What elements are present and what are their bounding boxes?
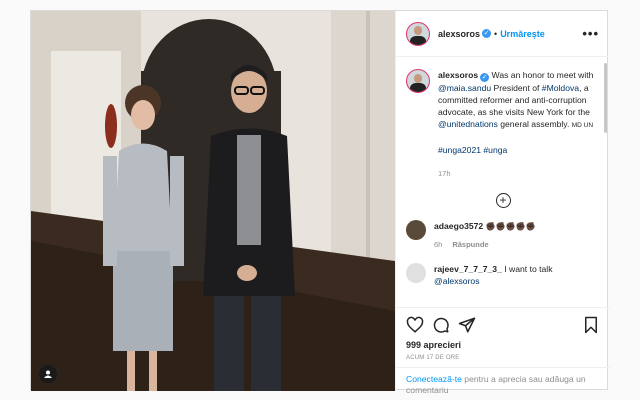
- comments-scrollbar[interactable]: [604, 63, 607, 133]
- bookmark-icon[interactable]: [582, 316, 600, 334]
- comment-item: adaego3572 ✊🏿✊🏿✊🏿✊🏿✊🏿 6h Răspunde: [406, 220, 600, 251]
- comments-section[interactable]: alexsoros ✓ Was an honor to meet with @ma…: [396, 57, 610, 307]
- photo-illustration: [31, 11, 395, 391]
- login-link[interactable]: Conectează-te: [406, 374, 462, 384]
- comment-icon[interactable]: [432, 316, 450, 334]
- post-header: alexsoros ✓ • Urmărește •••: [396, 11, 609, 57]
- load-more-comments-button[interactable]: +: [495, 193, 511, 208]
- flag-emojis: MD UN: [571, 122, 594, 129]
- separator-dot: •: [494, 28, 498, 39]
- more-options-icon[interactable]: •••: [582, 26, 599, 41]
- likes-count[interactable]: 999 aprecieri: [396, 334, 610, 350]
- login-prompt: Conectează-te pentru a aprecia sau adăug…: [396, 367, 610, 396]
- tagged-user-icon[interactable]: [39, 365, 57, 383]
- share-icon[interactable]: [458, 316, 476, 334]
- post-photo[interactable]: [31, 11, 395, 391]
- mention-link[interactable]: @alexsoros: [434, 275, 553, 287]
- comment-text: ✊🏿✊🏿✊🏿✊🏿✊🏿: [485, 222, 536, 231]
- comment-item: rajeev_7_7_7_3_ I want to talk @alexsoro…: [406, 263, 600, 287]
- commenter-username[interactable]: rajeev_7_7_7_3_: [434, 264, 502, 274]
- author-avatar[interactable]: [406, 21, 430, 46]
- commenter-avatar[interactable]: [406, 220, 426, 240]
- reply-button[interactable]: Răspunde: [452, 240, 488, 249]
- mention-link[interactable]: @unitednations: [438, 119, 498, 129]
- hashtag-link[interactable]: #Moldova: [542, 83, 579, 93]
- post-age: ACUM 17 DE ORE: [406, 355, 460, 361]
- verified-badge-icon: ✓: [480, 73, 490, 82]
- caption-part4: general assembly.: [497, 119, 572, 129]
- caption-text: alexsoros ✓ Was an honor to meet with @ma…: [438, 69, 598, 180]
- caption-part1: Was an honor to meet with: [491, 70, 594, 80]
- mention-link[interactable]: @maia.sandu: [438, 83, 491, 93]
- comment-text: I want to talk: [504, 264, 553, 274]
- caption-part2: President of: [491, 83, 542, 93]
- post-sidebar: alexsoros ✓ • Urmărește ••• alexsoros ✓ W…: [395, 11, 610, 395]
- caption-avatar[interactable]: [406, 69, 430, 93]
- commenter-username[interactable]: adaego3572: [434, 221, 483, 231]
- caption-username[interactable]: alexsoros: [438, 70, 478, 80]
- caption-time: 17h: [438, 169, 451, 178]
- instagram-post: alexsoros ✓ • Urmărește ••• alexsoros ✓ W…: [30, 10, 610, 395]
- commenter-avatar[interactable]: [406, 263, 426, 283]
- post-caption: alexsoros ✓ Was an honor to meet with @ma…: [406, 69, 600, 180]
- follow-button[interactable]: Urmărește: [500, 29, 545, 39]
- author-username[interactable]: alexsoros: [438, 29, 480, 39]
- verified-badge-icon: ✓: [482, 29, 492, 38]
- heart-icon[interactable]: [406, 316, 424, 334]
- hashtags-link[interactable]: #unga2021 #unga: [438, 145, 507, 155]
- comment-time: 6h: [434, 240, 443, 249]
